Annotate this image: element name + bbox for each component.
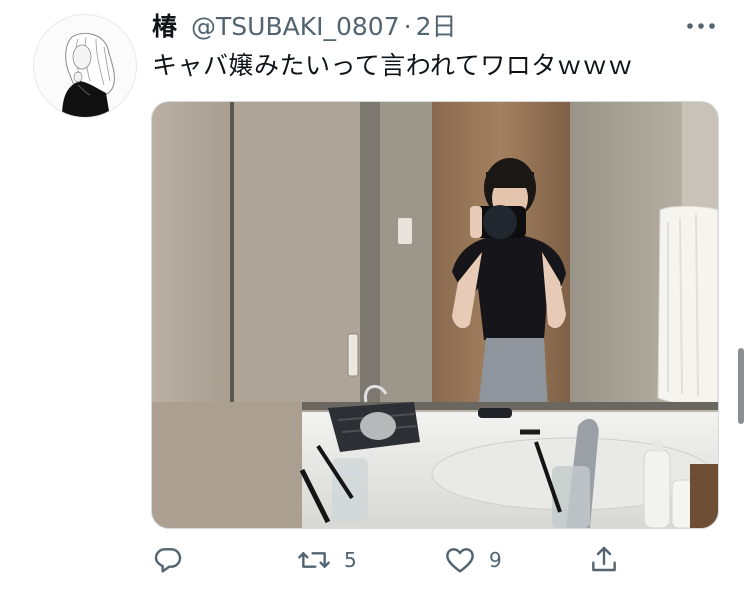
user-handle[interactable]: @TSUBAKI_0807 xyxy=(191,10,400,44)
heart-outline-icon xyxy=(446,548,474,573)
reply-button[interactable] xyxy=(152,540,196,580)
tweet-media-photo[interactable] xyxy=(151,101,719,529)
share-upload-icon xyxy=(592,546,616,572)
share-button[interactable] xyxy=(588,540,632,580)
tweet-action-bar: 5 9 xyxy=(0,540,749,580)
like-button[interactable]: 9 xyxy=(443,540,502,580)
illustrated-woman-avatar-icon xyxy=(62,33,115,117)
tweet-header: 椿 @TSUBAKI_0807 · 2日 xyxy=(152,10,456,44)
more-options-button[interactable] xyxy=(684,14,718,38)
tweet-timestamp[interactable]: 2日 xyxy=(416,10,457,44)
retweet-arrows-icon xyxy=(298,552,330,568)
separator-dot: · xyxy=(403,12,412,41)
display-name[interactable]: 椿 xyxy=(152,10,177,44)
more-dots-icon xyxy=(687,23,715,29)
like-count: 9 xyxy=(489,548,502,572)
tweet-text: キャバ嬢みたいって言われてワロタｗｗｗ xyxy=(152,51,634,80)
retweet-button[interactable]: 5 xyxy=(296,540,357,580)
mirror-selfie-photo xyxy=(152,102,718,528)
reply-bubble-icon xyxy=(154,548,182,573)
scrollbar-thumb[interactable] xyxy=(738,348,744,424)
retweet-count: 5 xyxy=(344,548,357,572)
avatar[interactable] xyxy=(33,14,137,118)
